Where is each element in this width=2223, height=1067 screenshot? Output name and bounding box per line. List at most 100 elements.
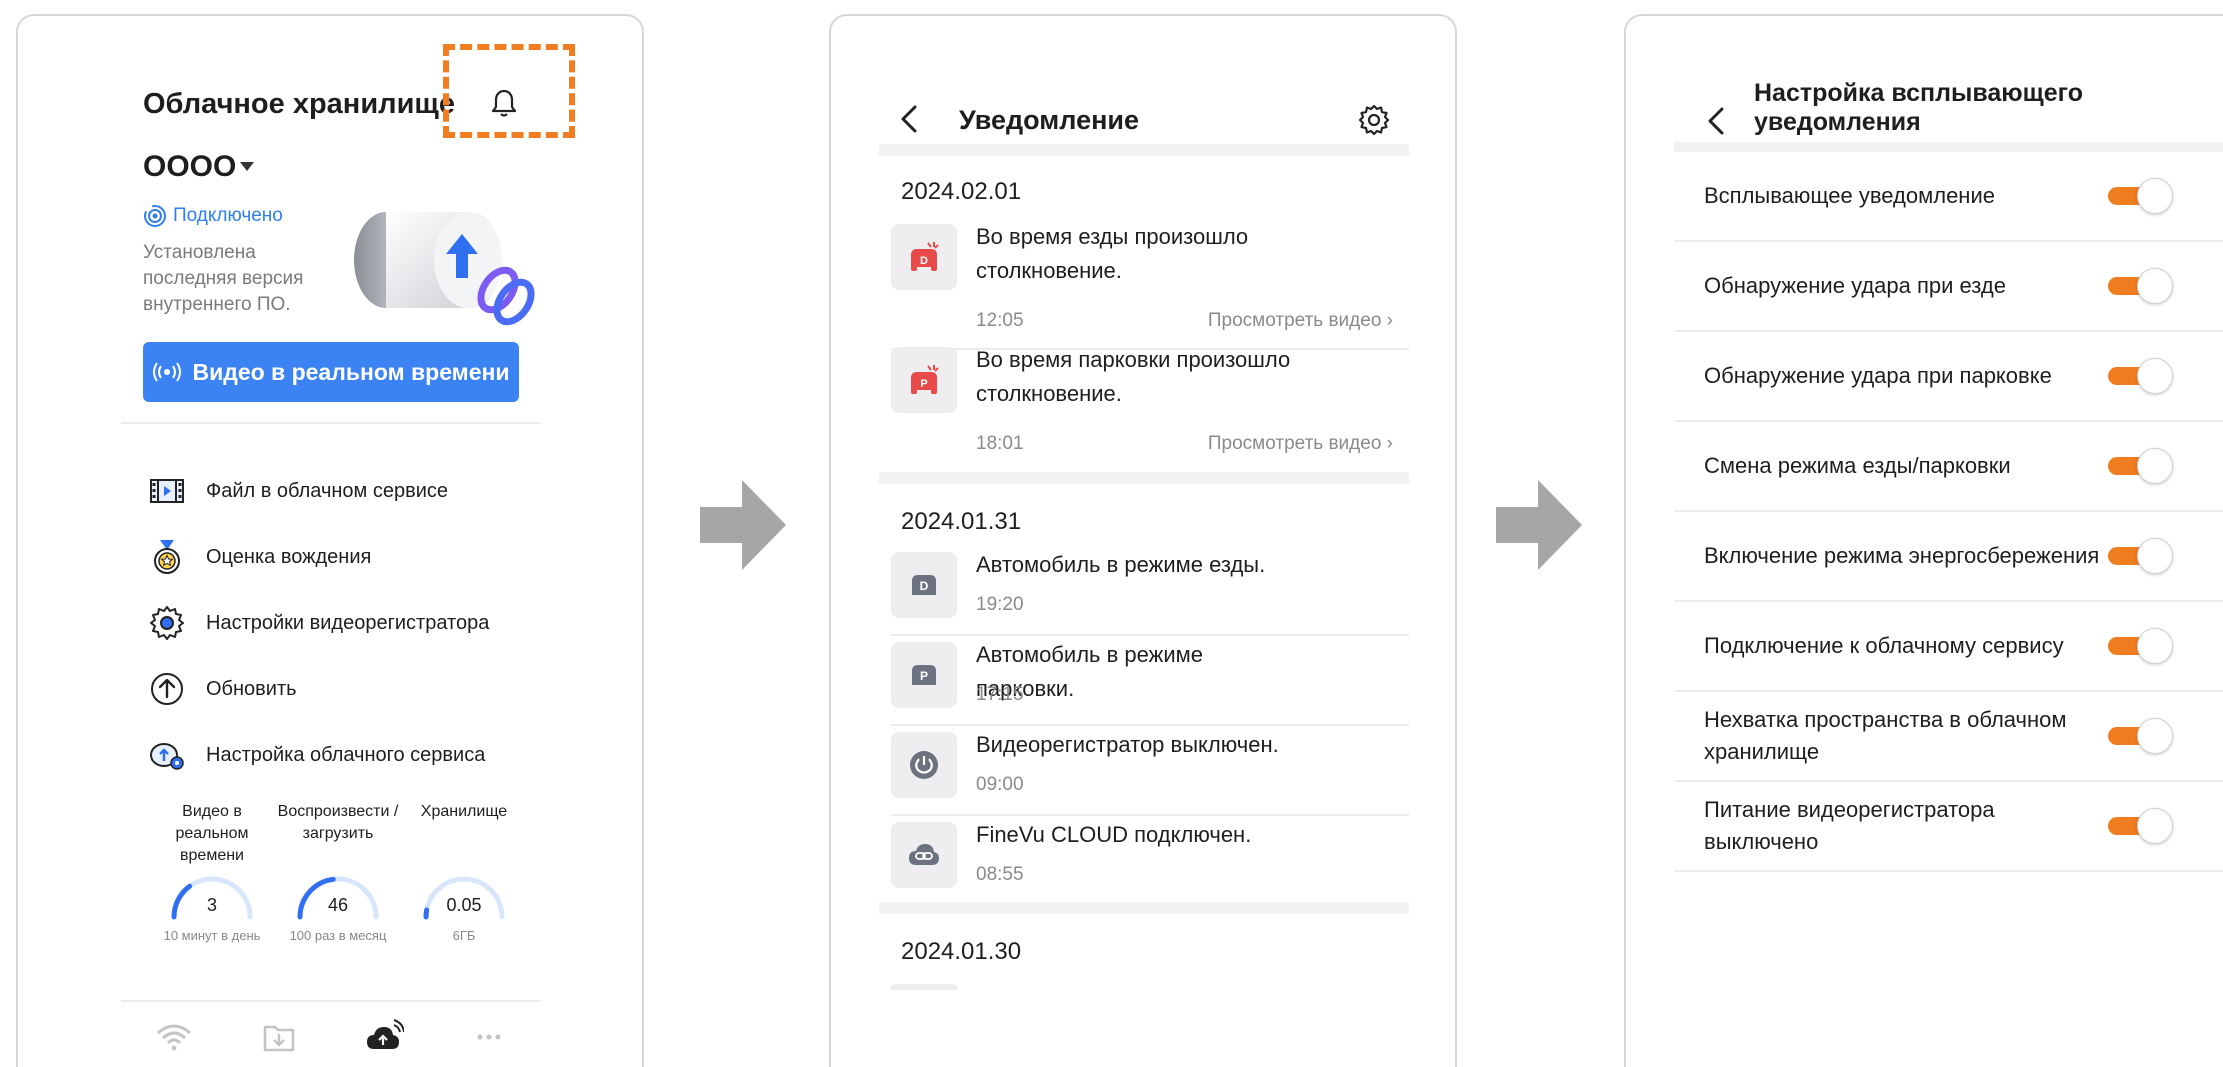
date-header: 2024.02.01: [901, 178, 1022, 205]
notification-item[interactable]: Видеорегистратор выключен. 09:00: [891, 732, 1409, 822]
setting-label: Нехватка пространства в облачном хранили…: [1704, 707, 2067, 764]
settings-list: Всплывающее уведомление Обнаружение удар…: [1674, 152, 2223, 872]
toggle-switch[interactable]: [2108, 268, 2173, 304]
upload-arrow-icon: [148, 670, 186, 708]
stat-value: 0.05: [446, 895, 482, 915]
stat-label: Воспроизвести /загрузить: [277, 803, 399, 842]
gear-icon: [148, 604, 186, 642]
notification-text: Видеорегистратор выключен.: [976, 732, 1279, 757]
setting-label: Обнаружение удара при езде: [1704, 273, 2006, 298]
setting-row: Подключение к облачному сервису: [1674, 602, 2223, 692]
back-icon[interactable]: [1706, 106, 1726, 136]
menu-item-driving-score[interactable]: Оценка вождения: [148, 524, 548, 590]
svg-text:P: P: [920, 378, 927, 390]
divider: [121, 422, 541, 424]
notification-time: 08:55: [976, 864, 1024, 885]
view-video-label: Просмотреть видео: [1207, 310, 1382, 331]
firmware-status: Установлена последняя версия внутреннего…: [143, 242, 304, 315]
toggle-switch[interactable]: [2108, 628, 2173, 664]
more-icon[interactable]: [467, 1015, 511, 1059]
bell-icon[interactable]: [491, 88, 517, 118]
toggle-switch[interactable]: [2108, 718, 2173, 754]
setting-row: Включение режима энергосбережения: [1674, 512, 2223, 602]
parking-mode-icon: P: [891, 642, 957, 708]
toggle-switch[interactable]: [2108, 358, 2173, 394]
partial-notification-icon: [891, 984, 957, 990]
stat-label: Хранилище: [420, 803, 508, 820]
wifi-icon[interactable]: [152, 1015, 196, 1059]
popup-notification-settings-screen: Настройка всплывающего уведомления Всплы…: [1624, 14, 2223, 1067]
notification-text: Во время парковки произошло столкновение…: [976, 347, 1291, 406]
setting-label: Включение режима энергосбережения: [1704, 543, 2100, 568]
setting-row: Смена режима езды/парковки: [1674, 422, 2223, 512]
stat-value: 46: [327, 895, 349, 915]
view-video-link[interactable]: Просмотреть видео ›: [1208, 310, 1393, 332]
toggle-switch[interactable]: [2108, 538, 2173, 574]
toggle-knob: [2137, 358, 2173, 394]
section-separator: [1674, 142, 2223, 152]
view-video-label: Просмотреть видео: [1207, 433, 1382, 454]
notification-item[interactable]: FineVu CLOUD подключен. 08:55: [891, 822, 1409, 908]
date-header: 2024.01.30: [901, 938, 1022, 965]
bottom-tab-bar: [121, 1000, 541, 1067]
divider: [891, 634, 1409, 636]
menu-label: Настройки видеорегистратора: [206, 611, 490, 634]
signal-icon: [144, 205, 166, 227]
setting-row: Нехватка пространства в облачном хранили…: [1674, 692, 2223, 782]
arrow-right-icon: [700, 480, 786, 570]
notifications-screen: Уведомление 2024.02.01 D Во время езды п…: [829, 14, 1457, 1067]
toggle-switch[interactable]: [2108, 808, 2173, 844]
menu-item-cloud-files[interactable]: Файл в облачном сервисе: [148, 458, 548, 524]
stat-limit: 6ГБ: [452, 928, 476, 943]
notification-item[interactable]: P Автомобиль в режиме парковки. 17:15: [891, 642, 1409, 732]
notification-text: FineVu CLOUD подключен.: [976, 822, 1252, 847]
menu-item-cloud-settings[interactable]: Настройка облачного сервиса: [148, 722, 548, 788]
live-video-button[interactable]: Видео в реальном времени: [143, 342, 519, 402]
stat-label: Видео в реальном времени: [175, 803, 249, 864]
usage-stats: Видео в реальном времени 3 10 минут в де…: [148, 801, 528, 991]
chevron-right-icon: ›: [1386, 433, 1393, 454]
svg-text:P: P: [920, 669, 928, 683]
page-title: Уведомление: [959, 105, 1140, 135]
toggle-knob: [2137, 628, 2173, 664]
usage-gauge: 0.05: [418, 867, 510, 923]
drive-mode-icon: D: [891, 552, 957, 618]
setting-row: Питание видеорегистратора выключено: [1674, 782, 2223, 872]
live-video-label: Видео в реальном времени: [192, 358, 510, 385]
toggle-switch[interactable]: [2108, 448, 2173, 484]
notification-item[interactable]: D Во время езды произошло столкновение. …: [891, 224, 1409, 350]
menu-item-dashcam-settings[interactable]: Настройки видеорегистратора: [148, 590, 548, 656]
menu-label: Обновить: [206, 677, 297, 700]
toggle-knob: [2137, 178, 2173, 214]
usage-gauge: 3: [166, 867, 258, 923]
gear-icon[interactable]: [1358, 104, 1390, 136]
setting-label: Питание видеорегистратора выключено: [1704, 797, 1995, 854]
chevron-down-icon[interactable]: [240, 162, 254, 171]
notification-item[interactable]: P Во время парковки произошло столкновен…: [891, 347, 1409, 473]
back-icon[interactable]: [899, 104, 919, 134]
toggle-knob: [2137, 718, 2173, 754]
cloud-storage-screen: Облачное хранилище OOOO Подключено Устан…: [16, 14, 644, 1067]
stat-playback: Воспроизвести /загрузить 46 100 раз в ме…: [274, 801, 402, 944]
section-separator: [879, 144, 1409, 156]
stat-limit: 100 раз в месяц: [289, 928, 387, 943]
divider: [891, 814, 1409, 816]
broadcast-icon: [153, 362, 182, 382]
stat-storage: Хранилище 0.05 6ГБ: [400, 801, 528, 944]
chevron-right-icon: ›: [1386, 310, 1393, 331]
notification-time: 17:15: [976, 684, 1024, 705]
menu-list: Файл в облачном сервисе Оценка вождения …: [148, 458, 548, 788]
view-video-link[interactable]: Просмотреть видео ›: [1208, 433, 1393, 455]
notification-item[interactable]: D Автомобиль в режиме езды. 19:20: [891, 552, 1409, 642]
cloud-live-icon[interactable]: [362, 1015, 406, 1059]
toggle-knob: [2137, 268, 2173, 304]
menu-item-update[interactable]: Обновить: [148, 656, 548, 722]
cloud-upload-illustration-icon: [348, 190, 538, 330]
toggle-switch[interactable]: [2108, 178, 2173, 214]
menu-label: Настройка облачного сервиса: [206, 743, 486, 766]
setting-label: Обнаружение удара при парковке: [1704, 363, 2052, 388]
download-folder-icon[interactable]: [257, 1015, 301, 1059]
device-name[interactable]: OOOO: [143, 150, 236, 184]
notification-text: Автомобиль в режиме парковки.: [976, 642, 1203, 701]
connection-status: Подключено: [143, 204, 283, 228]
